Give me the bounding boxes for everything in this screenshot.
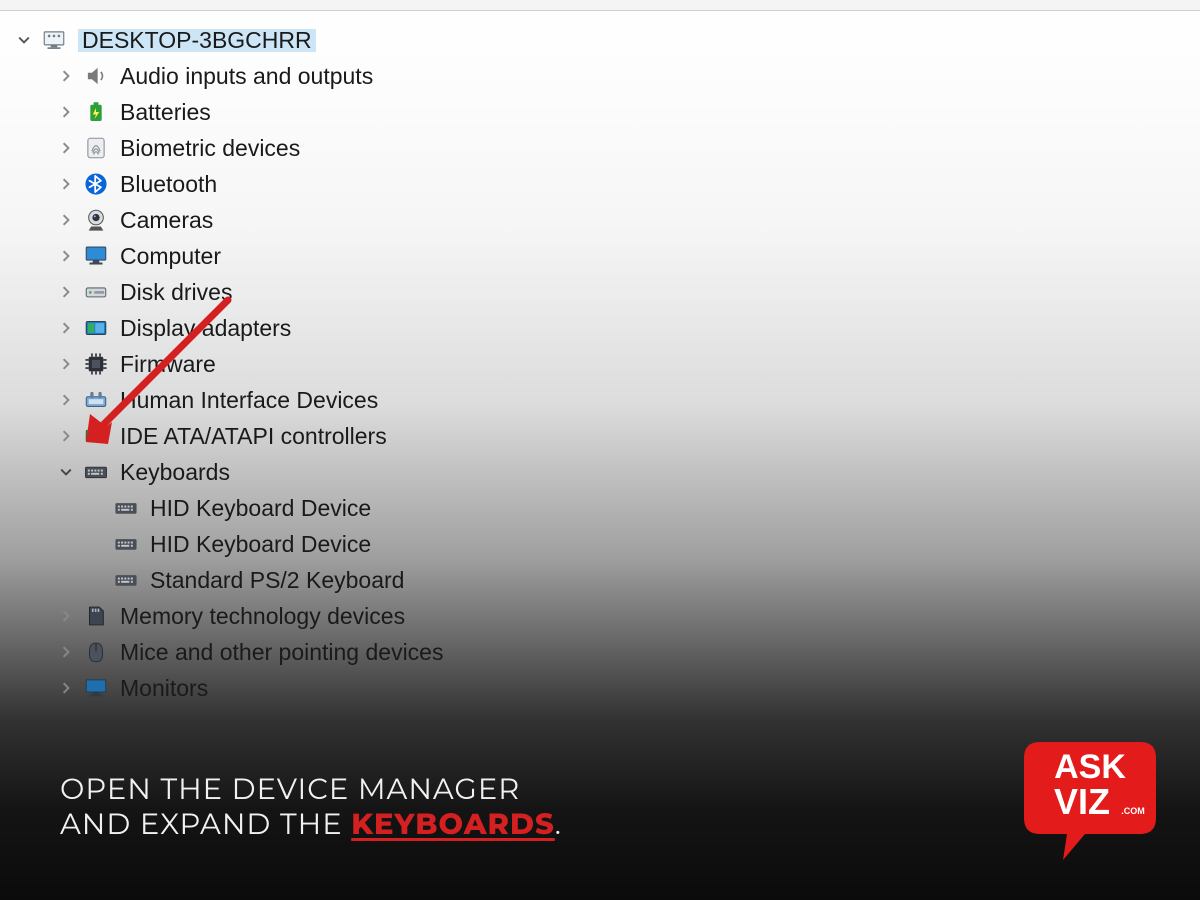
tree-item-batteries[interactable]: Batteries xyxy=(56,94,443,130)
chevron-right-icon[interactable] xyxy=(56,102,76,122)
caption-keyword: KEYBOARDS xyxy=(351,807,555,842)
chevron-right-icon[interactable] xyxy=(56,210,76,230)
tree-item-keyboards[interactable]: Keyboards xyxy=(56,454,443,490)
chevron-right-icon[interactable] xyxy=(56,138,76,158)
tree-root-label: DESKTOP-3BGCHRR xyxy=(78,29,316,52)
hard-drive-icon xyxy=(82,278,110,306)
tree-item-label: IDE ATA/ATAPI controllers xyxy=(120,425,387,448)
caption-line-2-pre: AND EXPAND THE xyxy=(60,807,351,842)
tree-item-label: Batteries xyxy=(120,101,211,124)
tree-item-label: Monitors xyxy=(120,677,208,700)
tree-item-label: Firmware xyxy=(120,353,216,376)
chevron-right-icon[interactable] xyxy=(56,282,76,302)
keyboard-icon xyxy=(112,530,140,558)
tree-item-label: Bluetooth xyxy=(120,173,217,196)
tree-leaf-label: HID Keyboard Device xyxy=(150,497,371,520)
keyboard-icon xyxy=(112,494,140,522)
tree-leaf-keyboard-device[interactable]: HID Keyboard Device xyxy=(112,490,443,526)
chevron-right-icon[interactable] xyxy=(56,66,76,86)
fingerprint-icon xyxy=(82,134,110,162)
tree-item-label: Human Interface Devices xyxy=(120,389,378,412)
tree-item-disk-drives[interactable]: Disk drives xyxy=(56,274,443,310)
mouse-icon xyxy=(82,638,110,666)
tree-item-memory[interactable]: Memory technology devices xyxy=(56,598,443,634)
computer-root-icon xyxy=(40,26,68,54)
display-adapter-icon xyxy=(82,314,110,342)
chevron-right-icon[interactable] xyxy=(56,426,76,446)
chip-icon xyxy=(82,350,110,378)
chevron-right-icon[interactable] xyxy=(56,606,76,626)
chevron-right-icon[interactable] xyxy=(56,678,76,698)
tree-item-label: Biometric devices xyxy=(120,137,300,160)
tree-item-monitors[interactable]: Monitors xyxy=(56,670,443,706)
bluetooth-icon xyxy=(82,170,110,198)
tree-item-label: Mice and other pointing devices xyxy=(120,641,443,664)
tree-item-label: Computer xyxy=(120,245,221,268)
caption-line-2: AND EXPAND THE KEYBOARDS. xyxy=(60,807,562,842)
tree-leaf-keyboard-device[interactable]: HID Keyboard Device xyxy=(112,526,443,562)
tree-item-label: Audio inputs and outputs xyxy=(120,65,373,88)
chevron-right-icon[interactable] xyxy=(56,642,76,662)
chevron-down-icon[interactable] xyxy=(14,30,34,50)
controller-card-icon xyxy=(82,422,110,450)
caption-line-1: OPEN THE DEVICE MANAGER xyxy=(60,772,562,807)
monitor-icon xyxy=(82,674,110,702)
memory-card-icon xyxy=(82,602,110,630)
caption-line-2-post: . xyxy=(555,807,562,842)
tree-leaf-label: Standard PS/2 Keyboard xyxy=(150,569,404,592)
hid-icon xyxy=(82,386,110,414)
chevron-right-icon[interactable] xyxy=(56,174,76,194)
tree-item-label: Display adapters xyxy=(120,317,291,340)
chevron-right-icon[interactable] xyxy=(56,390,76,410)
tree-root-node[interactable]: DESKTOP-3BGCHRR xyxy=(14,22,443,58)
tree-item-biometric[interactable]: Biometric devices xyxy=(56,130,443,166)
monitor-icon xyxy=(82,242,110,270)
tree-item-label: Disk drives xyxy=(120,281,232,304)
tree-item-hid[interactable]: Human Interface Devices xyxy=(56,382,443,418)
toolbar-strip xyxy=(0,0,1200,11)
logo-text-line2: VIZ xyxy=(1054,781,1110,822)
tree-item-computer[interactable]: Computer xyxy=(56,238,443,274)
tree-item-label: Cameras xyxy=(120,209,213,232)
device-tree: DESKTOP-3BGCHRR Audio inputs and outputs… xyxy=(14,22,443,706)
keyboard-icon xyxy=(82,458,110,486)
tree-item-label: Keyboards xyxy=(120,461,230,484)
battery-icon xyxy=(82,98,110,126)
chevron-down-icon[interactable] xyxy=(56,462,76,482)
keyboard-icon xyxy=(112,566,140,594)
tree-item-label: Memory technology devices xyxy=(120,605,405,628)
chevron-right-icon[interactable] xyxy=(56,318,76,338)
tree-item-display-adapters[interactable]: Display adapters xyxy=(56,310,443,346)
tree-item-audio[interactable]: Audio inputs and outputs xyxy=(56,58,443,94)
webcam-icon xyxy=(82,206,110,234)
logo-text-sub: .COM xyxy=(1121,806,1145,816)
tree-leaf-keyboard-device[interactable]: Standard PS/2 Keyboard xyxy=(112,562,443,598)
tree-item-cameras[interactable]: Cameras xyxy=(56,202,443,238)
askviz-logo: ASK VIZ .COM xyxy=(1020,732,1160,862)
instruction-caption: OPEN THE DEVICE MANAGER AND EXPAND THE K… xyxy=(60,772,562,842)
tree-item-ide[interactable]: IDE ATA/ATAPI controllers xyxy=(56,418,443,454)
tree-leaf-label: HID Keyboard Device xyxy=(150,533,371,556)
tree-item-bluetooth[interactable]: Bluetooth xyxy=(56,166,443,202)
chevron-right-icon[interactable] xyxy=(56,246,76,266)
chevron-right-icon[interactable] xyxy=(56,354,76,374)
speaker-icon xyxy=(82,62,110,90)
tree-item-firmware[interactable]: Firmware xyxy=(56,346,443,382)
tree-item-mice[interactable]: Mice and other pointing devices xyxy=(56,634,443,670)
